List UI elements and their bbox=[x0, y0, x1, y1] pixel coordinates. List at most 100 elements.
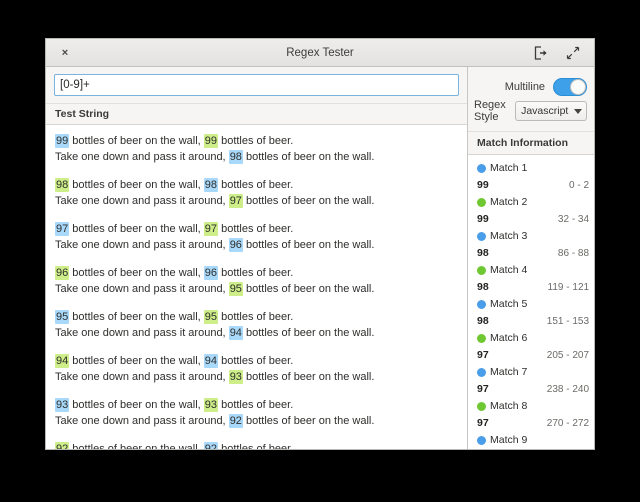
match-range: 0 - 2 bbox=[569, 179, 590, 191]
match-list-item[interactable]: Match 1 99 0 - 2 bbox=[468, 160, 594, 194]
match-color-dot-icon bbox=[477, 401, 486, 411]
test-string-text: bottles of beer on the wall. bbox=[242, 195, 375, 207]
match-name: Match 9 bbox=[490, 434, 528, 446]
test-string-text: bottles of beer on the wall. bbox=[242, 283, 375, 295]
test-string-text: bottles of beer. bbox=[218, 399, 294, 411]
test-string-text: Take one down and pass it around, bbox=[55, 151, 229, 163]
test-string-text: Take one down and pass it around, bbox=[55, 239, 229, 251]
match-list-item[interactable]: Match 2 99 32 - 34 bbox=[468, 194, 594, 228]
export-icon[interactable] bbox=[528, 42, 554, 64]
match-highlight: 97 bbox=[55, 222, 70, 236]
verse-line: Take one down and pass it around, 96 bot… bbox=[55, 237, 458, 253]
match-range: 151 - 153 bbox=[546, 315, 590, 327]
verse: 93 bottles of beer on the wall, 93 bottl… bbox=[55, 397, 458, 429]
close-icon[interactable]: × bbox=[52, 42, 78, 64]
left-pane: Test String 99 bottles of beer on the wa… bbox=[46, 67, 468, 449]
verse: 94 bottles of beer on the wall, 94 bottl… bbox=[55, 353, 458, 385]
match-highlight: 98 bbox=[55, 178, 70, 192]
match-value: 97 bbox=[477, 349, 489, 361]
verse-line: 97 bottles of beer on the wall, 97 bottl… bbox=[55, 221, 458, 237]
match-highlight: 98 bbox=[203, 178, 219, 192]
match-highlight: 96 bbox=[228, 238, 243, 252]
verse-line: Take one down and pass it around, 97 bot… bbox=[55, 193, 458, 209]
test-string-text: bottles of beer on the wall, bbox=[69, 399, 204, 411]
match-name: Match 2 bbox=[490, 196, 528, 208]
match-color-dot-icon bbox=[477, 367, 486, 377]
match-highlight: 92 bbox=[228, 414, 243, 428]
match-highlight: 94 bbox=[55, 354, 70, 368]
verse-line: 94 bottles of beer on the wall, 94 bottl… bbox=[55, 353, 458, 369]
match-range: 205 - 207 bbox=[546, 349, 590, 361]
test-string-text: bottles of beer on the wall, bbox=[69, 135, 204, 147]
match-list-item[interactable]: Match 9 96324 - 326 bbox=[468, 432, 594, 449]
titlebar-actions bbox=[528, 42, 594, 64]
match-highlight: 96 bbox=[55, 266, 70, 280]
match-value: 99 bbox=[477, 213, 489, 225]
match-body: 98 86 - 88 bbox=[477, 244, 589, 262]
test-string-text: bottles of beer. bbox=[218, 311, 294, 323]
match-body: 99 32 - 34 bbox=[477, 210, 589, 228]
match-body: 98 151 - 153 bbox=[477, 312, 589, 330]
match-list-item[interactable]: Match 7 97 238 - 240 bbox=[468, 364, 594, 398]
match-value: 99 bbox=[477, 179, 489, 191]
test-string-header: Test String bbox=[46, 103, 467, 125]
test-string-text: bottles of beer on the wall, bbox=[69, 355, 204, 367]
match-list-item[interactable]: Match 6 97 205 - 207 bbox=[468, 330, 594, 364]
match-name: Match 6 bbox=[490, 332, 528, 344]
chevron-down-icon bbox=[574, 108, 583, 114]
match-color-dot-icon bbox=[477, 231, 486, 241]
match-value: 97 bbox=[477, 417, 489, 429]
window-body: Test String 99 bottles of beer on the wa… bbox=[46, 67, 594, 449]
test-string-text: bottles of beer on the wall. bbox=[242, 371, 375, 383]
match-value: 97 bbox=[477, 383, 489, 395]
match-range: 32 - 34 bbox=[557, 213, 590, 225]
match-information-header: Match Information bbox=[468, 131, 594, 155]
verse-line: Take one down and pass it around, 95 bot… bbox=[55, 281, 458, 297]
verse: 98 bottles of beer on the wall, 98 bottl… bbox=[55, 177, 458, 209]
toggle-knob bbox=[570, 79, 587, 95]
match-highlight: 92 bbox=[55, 442, 70, 449]
match-list-item[interactable]: Match 4 98 119 - 121 bbox=[468, 262, 594, 296]
match-body: 99 0 - 2 bbox=[477, 176, 589, 194]
regex-style-row: Regex Style Javascript bbox=[474, 99, 588, 123]
regex-tester-window: × Regex Tester [0-9]+ Test String 99 bot… bbox=[45, 38, 595, 450]
test-string-input[interactable]: 99 bottles of beer on the wall, 99 bottl… bbox=[46, 125, 467, 449]
regex-input[interactable] bbox=[54, 74, 459, 96]
verse-line: 95 bottles of beer on the wall, 95 bottl… bbox=[55, 309, 458, 325]
match-color-dot-icon bbox=[477, 435, 486, 445]
test-string-text: bottles of beer on the wall. bbox=[242, 239, 375, 251]
match-list-item[interactable]: Match 3 98 86 - 88 bbox=[468, 228, 594, 262]
multiline-label: Multiline bbox=[504, 81, 546, 93]
verse-line: Take one down and pass it around, 92 bot… bbox=[55, 413, 458, 429]
match-list[interactable]: Match 1 99 0 - 2 Match 2 99 32 - 34 Match 3 98 8… bbox=[468, 155, 594, 449]
match-header: Match 2 bbox=[477, 194, 589, 210]
match-highlight: 93 bbox=[228, 370, 243, 384]
test-string-text: Take one down and pass it around, bbox=[55, 415, 229, 427]
title-bar: × Regex Tester bbox=[46, 39, 594, 67]
test-string-text: bottles of beer on the wall, bbox=[69, 179, 204, 191]
regex-style-value: Javascript bbox=[521, 105, 569, 117]
match-highlight: 98 bbox=[228, 150, 243, 164]
verse-line: 99 bottles of beer on the wall, 99 bottl… bbox=[55, 133, 458, 149]
test-string-text: Take one down and pass it around, bbox=[55, 327, 229, 339]
match-highlight: 92 bbox=[203, 442, 219, 449]
match-highlight: 94 bbox=[228, 326, 243, 340]
match-name: Match 7 bbox=[490, 366, 528, 378]
match-body: 97 270 - 272 bbox=[477, 414, 589, 432]
verse: 97 bottles of beer on the wall, 97 bottl… bbox=[55, 221, 458, 253]
multiline-toggle[interactable] bbox=[553, 78, 588, 96]
test-string-text: bottles of beer. bbox=[218, 443, 294, 449]
test-string-text: bottles of beer on the wall. bbox=[242, 327, 375, 339]
match-name: Match 5 bbox=[490, 298, 528, 310]
match-range: 270 - 272 bbox=[546, 417, 590, 429]
match-color-dot-icon bbox=[477, 197, 486, 207]
match-list-item[interactable]: Match 5 98 151 - 153 bbox=[468, 296, 594, 330]
regex-style-select[interactable]: Javascript bbox=[515, 101, 588, 121]
match-highlight: 96 bbox=[203, 266, 219, 280]
maximize-icon[interactable] bbox=[560, 42, 586, 64]
match-list-item[interactable]: Match 8 97 270 - 272 bbox=[468, 398, 594, 432]
test-string-label: Test String bbox=[55, 108, 110, 120]
match-highlight: 97 bbox=[228, 194, 243, 208]
match-header: Match 6 bbox=[477, 330, 589, 346]
match-highlight: 94 bbox=[203, 354, 219, 368]
